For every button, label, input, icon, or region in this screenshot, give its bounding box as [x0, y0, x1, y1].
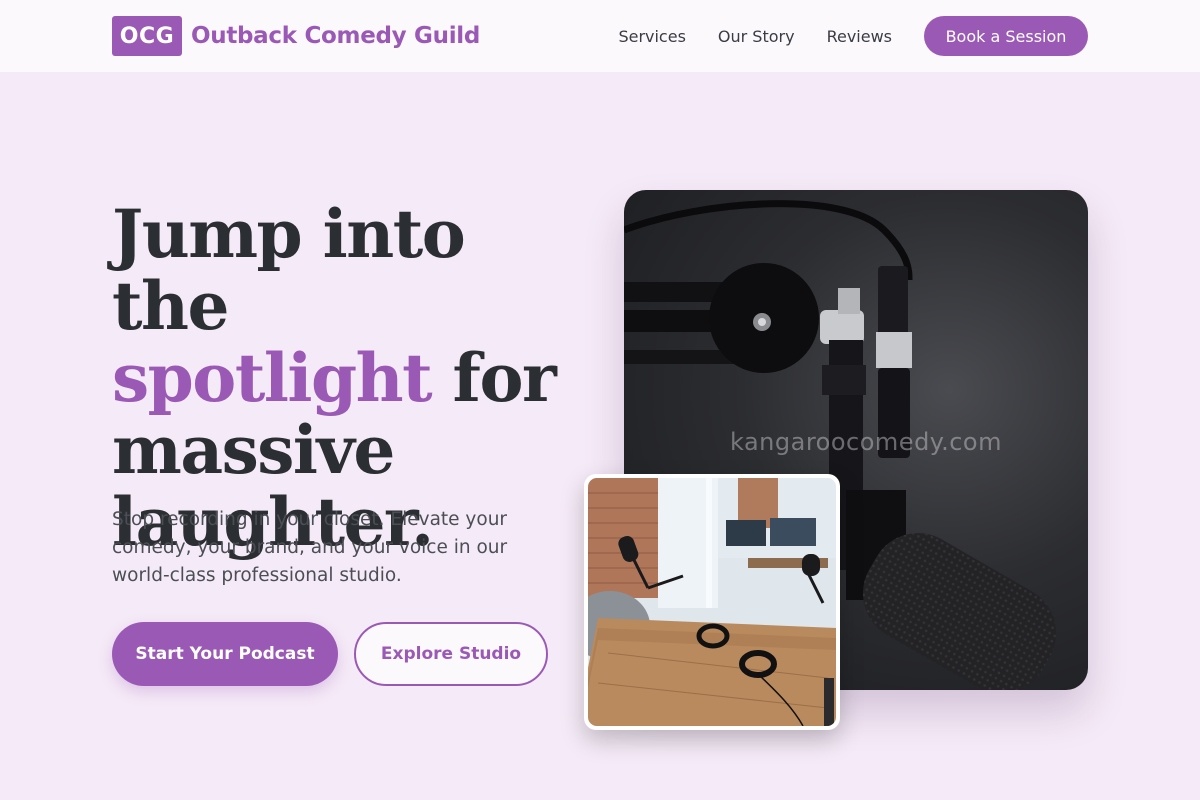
hero-subtitle: Stop recording in your closet. Elevate y…: [112, 509, 508, 586]
explore-studio-button[interactable]: Explore Studio: [354, 622, 548, 686]
hero-title-accent: spotlight: [112, 339, 433, 417]
studio-photo: [588, 478, 836, 726]
nav-link-our-story[interactable]: Our Story: [718, 27, 795, 46]
nav-link-reviews[interactable]: Reviews: [827, 27, 892, 46]
hero-title: Jump into the spotlight for massive laug…: [112, 198, 592, 558]
studio-photo-frame: [584, 474, 840, 730]
hero-title-line3: massive: [112, 411, 395, 489]
hero-title-line1: Jump into the: [112, 195, 466, 345]
logo-badge: OCG: [112, 16, 182, 56]
book-session-button[interactable]: Book a Session: [924, 16, 1088, 56]
site-header: OCG Outback Comedy Guild Services Our St…: [0, 0, 1200, 72]
photo-watermark: kangaroocomedy.com: [730, 428, 1002, 456]
brand-name: Outback Comedy Guild: [191, 23, 481, 49]
logo[interactable]: OCG Outback Comedy Guild: [112, 16, 480, 56]
hero-title-line2-rest: for: [431, 339, 557, 417]
start-podcast-button[interactable]: Start Your Podcast: [112, 622, 338, 686]
studio-illustration: [588, 478, 836, 726]
main-nav: Services Our Story Reviews Book a Sessio…: [618, 16, 1088, 56]
nav-link-services[interactable]: Services: [618, 27, 685, 46]
